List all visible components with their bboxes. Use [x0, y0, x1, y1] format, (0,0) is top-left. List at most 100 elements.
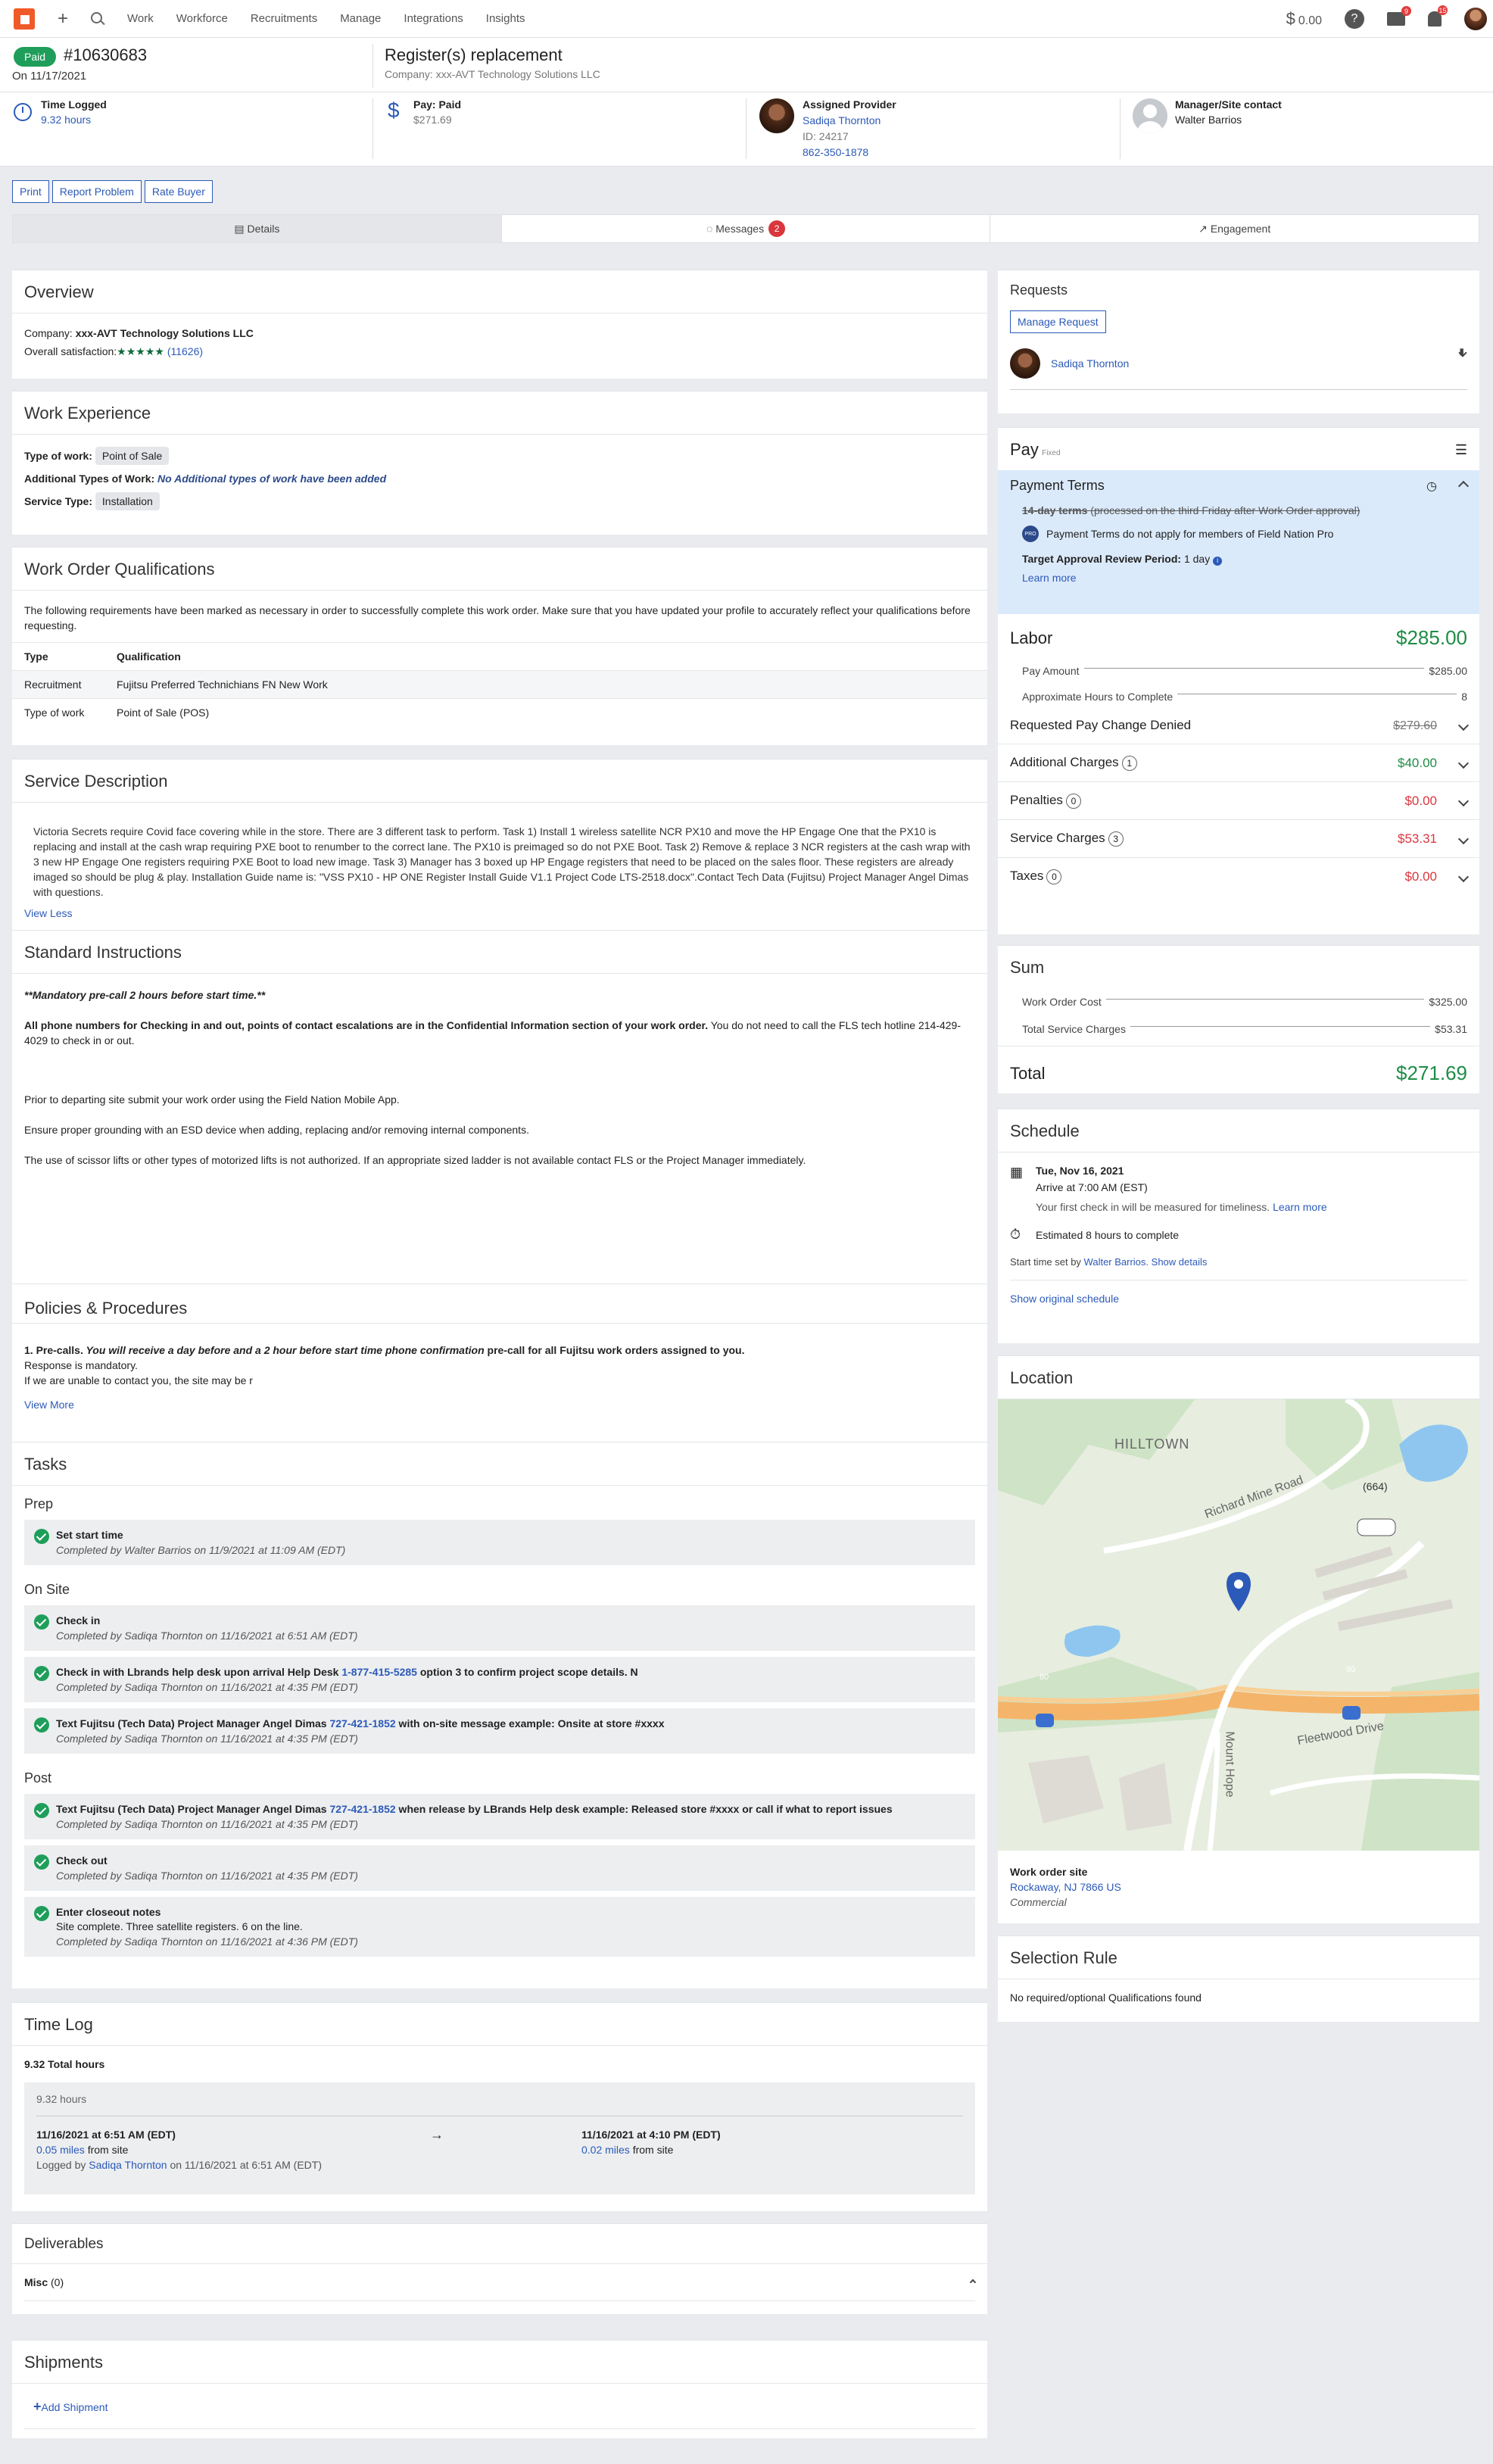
view-less-link[interactable]: View Less [12, 900, 987, 919]
history-icon[interactable]: ◷ [1426, 480, 1437, 493]
taxes-row[interactable]: Taxes 0 $0.00 [998, 857, 1479, 884]
cell-qualification: Point of Sale (POS) [117, 706, 210, 719]
task-item[interactable]: Enter closeout notes Site complete. Three… [24, 1897, 975, 1957]
cell-type: Type of work [24, 706, 85, 719]
task-meta: Completed by Sadiqa Thornton on 11/16/20… [56, 1870, 358, 1882]
site-label: Work order site [1010, 1866, 1088, 1878]
chevron-down-icon[interactable] [1458, 346, 1467, 359]
task-phone-link[interactable]: 1-877-415-5285 [341, 1666, 417, 1678]
misc-folder[interactable]: Misc (0) [12, 2264, 987, 2288]
approx-hours-label: Approximate Hours to Complete [1022, 691, 1174, 703]
task-item[interactable]: Check out Completed by Sadiqa Thornton on… [24, 1845, 975, 1891]
misc-count: (0) [51, 2276, 64, 2288]
nav-manage[interactable]: Manage [340, 12, 381, 25]
search-icon[interactable] [91, 11, 104, 26]
pay-value: $271.69 [413, 114, 452, 126]
nav-insights[interactable]: Insights [486, 12, 525, 25]
site-type: Commercial [1010, 1896, 1067, 1908]
task-meta: Completed by Walter Barrios on 11/9/2021… [56, 1544, 346, 1556]
check-in-distance[interactable]: 0.05 miles [36, 2144, 85, 2156]
cell-type: Recruitment [24, 678, 82, 691]
chevron-down-icon[interactable] [1457, 833, 1470, 844]
tab-messages[interactable]: ◌ Messages 2 [502, 215, 991, 242]
taxes-value: $0.00 [1404, 869, 1437, 884]
instruction-submit: Prior to departing site submit your work… [24, 1093, 400, 1106]
rate-buyer-button[interactable]: Rate Buyer [144, 180, 213, 203]
star-rating: ★★★★★ [117, 345, 164, 357]
pay-change-row[interactable]: Requested Pay Change Denied $279.60 [998, 703, 1479, 733]
task-item[interactable]: Check in Completed by Sadiqa Thornton on … [24, 1605, 975, 1651]
report-problem-button[interactable]: Report Problem [51, 180, 142, 203]
additional-charges-label: Additional Charges [1010, 755, 1119, 769]
task-phone-link[interactable]: 727-421-1852 [329, 1803, 395, 1815]
provider-name[interactable]: Sadiqa Thornton [803, 113, 896, 129]
schedule-arrive: Arrive at 7:00 AM (EST) [1036, 1181, 1148, 1193]
satisfaction-count[interactable]: (11626) [167, 345, 203, 357]
service-charges-row[interactable]: Service Charges 3 $53.31 [998, 819, 1479, 847]
add-shipment-button[interactable]: +Add Shipment [12, 2384, 987, 2415]
chevron-up-icon[interactable] [969, 2278, 977, 2286]
request-item[interactable]: Sadiqa Thornton [1010, 348, 1467, 390]
divider [12, 1323, 987, 1324]
show-original-schedule-link[interactable]: Show original schedule [998, 1280, 1479, 1305]
tasks-card: Tasks Prep Set start time Completed by Wa… [12, 1442, 987, 1988]
chevron-down-icon[interactable] [1457, 757, 1470, 769]
request-provider-name[interactable]: Sadiqa Thornton [1051, 357, 1129, 370]
provider-phone[interactable]: 862-350-1878 [803, 145, 896, 161]
user-avatar[interactable] [1464, 8, 1487, 30]
task-note: Site complete. Three satellite registers… [56, 1920, 303, 1932]
plus-icon: + [33, 2399, 42, 2414]
list-icon[interactable]: ☰ [1455, 442, 1467, 458]
instruction-esd: Ensure proper grounding with an ESD devi… [24, 1124, 529, 1136]
chevron-up-icon[interactable] [1457, 480, 1470, 491]
site-address[interactable]: Rockaway, NJ 7866 US [1010, 1879, 1467, 1895]
provider-avatar[interactable] [759, 98, 794, 133]
chevron-down-icon[interactable] [1457, 719, 1470, 731]
messages-count: 2 [768, 220, 786, 237]
mail-icon[interactable]: 9 [1387, 6, 1411, 26]
check-out-time: 11/16/2021 at 4:10 PM (EDT) [581, 2129, 721, 2141]
pro-badge: PRO [1022, 526, 1039, 542]
overview-card: Overview Company: xxx-AVT Technology Sol… [12, 270, 987, 379]
tab-details[interactable]: ▤ Details [13, 215, 502, 242]
info-icon[interactable]: i [1213, 557, 1223, 566]
learn-more-link[interactable]: Learn more [1273, 1201, 1327, 1213]
task-item[interactable]: Text Fujitsu (Tech Data) Project Manager… [24, 1708, 975, 1754]
chevron-down-icon[interactable] [1457, 795, 1470, 806]
penalties-row[interactable]: Penalties 0 $0.00 [998, 781, 1479, 809]
print-button[interactable]: Print [12, 180, 49, 203]
task-phone-link[interactable]: 727-421-1852 [329, 1717, 395, 1729]
balance[interactable]: $0.00 [1286, 9, 1322, 29]
help-icon[interactable]: ? [1345, 9, 1364, 29]
field-nation-logo[interactable] [14, 8, 35, 30]
task-group-prep: Prep [24, 1496, 54, 1511]
chevron-down-icon[interactable] [1457, 871, 1470, 882]
policy-precalls-rest: pre-call for all Fujitsu work orders ass… [484, 1344, 745, 1356]
nav-recruitments[interactable]: Recruitments [251, 12, 317, 25]
additional-charges-count: 1 [1121, 756, 1137, 771]
plus-icon[interactable]: + [58, 8, 68, 30]
instruction-lifts: The use of scissor lifts or other types … [24, 1154, 806, 1166]
learn-more-link[interactable]: Learn more [1010, 572, 1467, 584]
task-item[interactable]: Check in with Lbrands help desk upon arr… [24, 1657, 975, 1702]
nav-integrations[interactable]: Integrations [404, 12, 463, 25]
manage-request-button[interactable]: Manage Request [1010, 310, 1106, 333]
logged-by-name[interactable]: Sadiqa Thornton [89, 2159, 167, 2171]
bell-icon[interactable]: 15 [1428, 5, 1448, 27]
task-item[interactable]: Set start time Completed by Walter Barrio… [24, 1520, 975, 1565]
nav-work[interactable]: Work [127, 12, 154, 25]
selection-rule-title: Selection Rule [1010, 1948, 1117, 1967]
view-more-link[interactable]: View More [24, 1397, 744, 1412]
time-log-title: Time Log [24, 2015, 93, 2034]
show-details-link[interactable]: . Show details [1145, 1256, 1207, 1268]
tab-engagement[interactable]: ↗ Engagement [990, 215, 1479, 242]
set-by-name[interactable]: Walter Barrios [1084, 1256, 1146, 1268]
task-item[interactable]: Text Fujitsu (Tech Data) Project Manager… [24, 1794, 975, 1839]
check-out-distance[interactable]: 0.02 miles [581, 2144, 630, 2156]
nav-workforce[interactable]: Workforce [176, 12, 228, 25]
divider [12, 1283, 987, 1284]
divider [24, 2300, 975, 2301]
additional-charges-row[interactable]: Additional Charges 1 $40.00 [998, 744, 1479, 771]
location-map[interactable] [998, 1399, 1479, 1851]
service-charges-count: 3 [1108, 831, 1124, 847]
